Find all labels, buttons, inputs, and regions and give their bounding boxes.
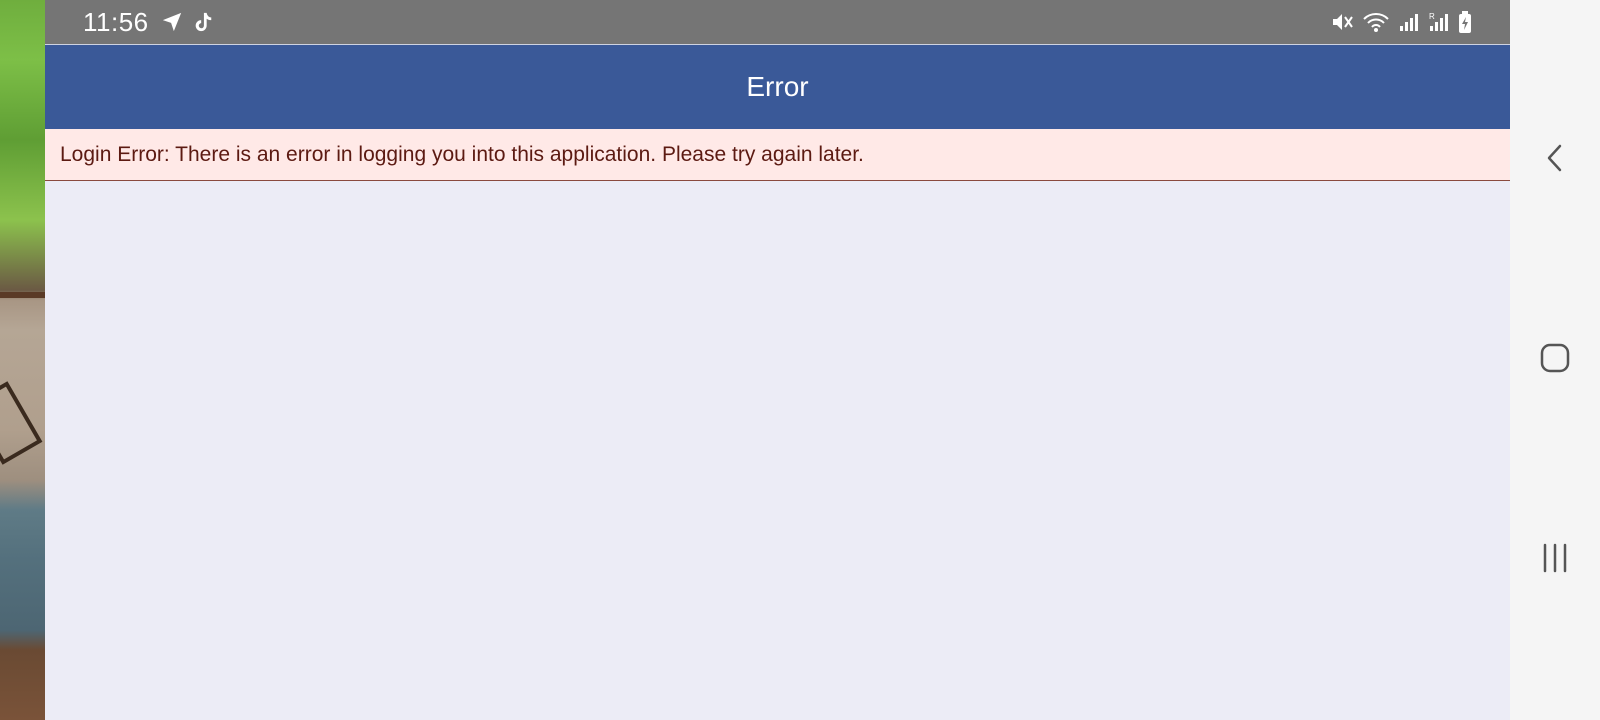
navigation-bar	[1510, 0, 1600, 720]
recents-button[interactable]	[1525, 530, 1585, 590]
mute-icon	[1330, 11, 1354, 33]
wifi-icon	[1362, 11, 1390, 33]
svg-text:R: R	[1429, 12, 1435, 21]
home-button[interactable]	[1525, 330, 1585, 390]
status-right-icons: R	[1330, 11, 1472, 33]
home-icon	[1539, 342, 1571, 379]
tiktok-icon	[193, 11, 213, 33]
page-title: Error	[746, 71, 809, 102]
status-time: 11:56	[83, 6, 149, 37]
back-button[interactable]	[1525, 130, 1585, 190]
battery-charging-icon	[1458, 11, 1472, 33]
status-left-icons	[161, 11, 213, 33]
screen: 11:56 R Error Login Error: There is an e…	[0, 0, 1600, 720]
signal-roaming-icon: R	[1428, 11, 1450, 33]
back-icon	[1543, 142, 1567, 179]
background-rail	[0, 292, 45, 298]
error-banner: Login Error: There is an error in loggin…	[45, 129, 1510, 181]
background-beam	[0, 381, 43, 465]
navigation-arrow-icon	[161, 11, 183, 33]
app-bar: Error	[45, 45, 1510, 129]
recents-icon	[1541, 542, 1569, 579]
error-message: Login Error: There is an error in loggin…	[60, 142, 864, 166]
background-game-strip	[0, 0, 45, 720]
status-bar: 11:56 R	[45, 0, 1510, 45]
main-content	[45, 181, 1510, 720]
signal-icon	[1398, 11, 1420, 33]
